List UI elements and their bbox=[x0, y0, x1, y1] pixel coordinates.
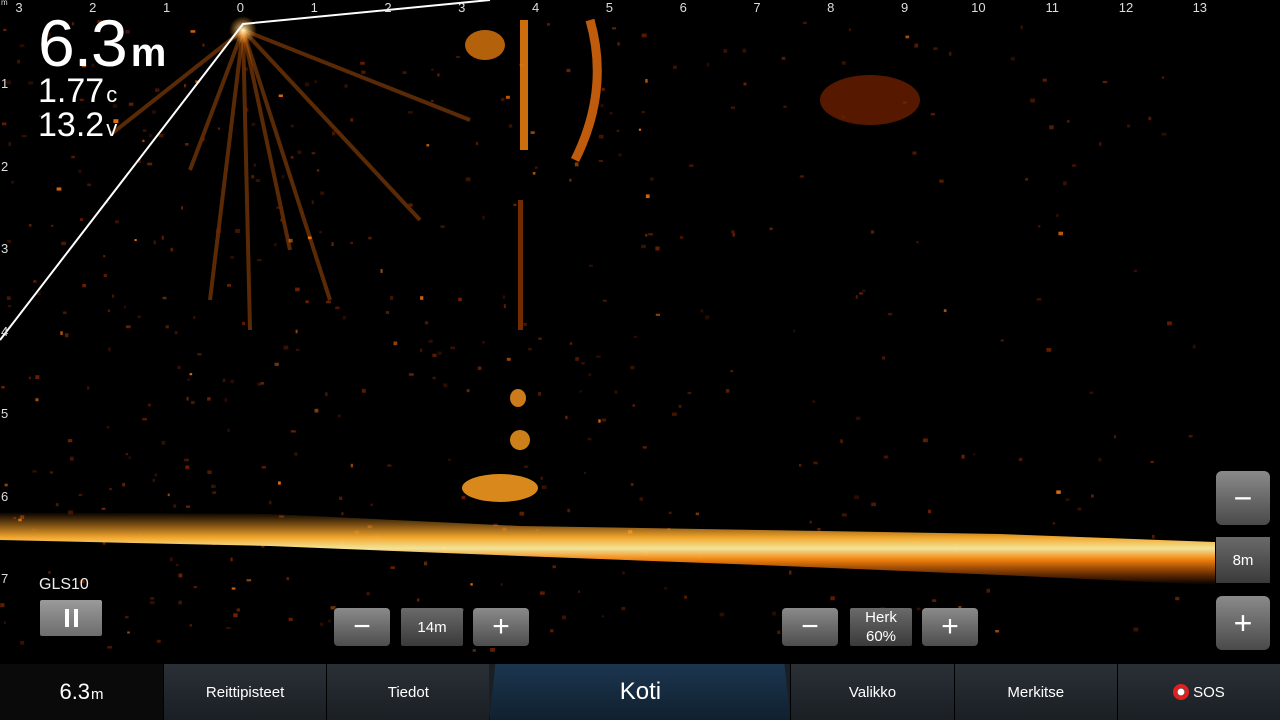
nav-sos-label: SOS bbox=[1193, 683, 1225, 701]
echo-blob bbox=[462, 474, 538, 502]
fish-arc-echo bbox=[570, 18, 602, 163]
y-axis-tick: 6 bbox=[1, 488, 9, 504]
range-value: 14m bbox=[401, 608, 463, 646]
range-increase-button[interactable]: + bbox=[473, 608, 529, 646]
nav-menu-button[interactable]: Valikko bbox=[790, 664, 954, 720]
x-axis-tick: 2 bbox=[384, 0, 392, 15]
nav-menu-label: Valikko bbox=[848, 683, 897, 701]
echo-blob bbox=[465, 30, 505, 60]
echo-blob bbox=[510, 389, 526, 407]
sensor-readout: 6.3 m 1.77c 13.2v bbox=[38, 10, 166, 144]
transducer-label: GLS10 bbox=[39, 576, 89, 593]
nav-waypoints-button[interactable]: Reittipisteet bbox=[163, 664, 327, 720]
depth-unit: m bbox=[130, 31, 167, 75]
x-axis-tick: 3 bbox=[458, 0, 466, 15]
gain-increase-button[interactable]: + bbox=[922, 608, 978, 646]
x-axis-tick: 1 bbox=[310, 0, 318, 15]
y-axis-unit: m bbox=[1, 0, 8, 7]
vertical-echo bbox=[520, 20, 528, 150]
gain-value: 60% bbox=[865, 628, 897, 645]
zoom-in-button[interactable]: + bbox=[1216, 596, 1270, 650]
transducer-glow bbox=[229, 16, 257, 44]
x-axis-tick: 5 bbox=[605, 0, 614, 15]
y-axis-tick: 1 bbox=[1, 76, 9, 91]
y-axis-tick: 2 bbox=[1, 158, 9, 174]
gain-label: Herk bbox=[865, 609, 897, 626]
pause-button[interactable] bbox=[40, 600, 102, 636]
temperature-value: 1.77 bbox=[38, 72, 105, 110]
y-axis-tick: 5 bbox=[1, 406, 9, 421]
range-decrease-button[interactable]: − bbox=[334, 608, 390, 646]
lifebuoy-icon bbox=[1173, 684, 1190, 700]
x-axis-tick: 8 bbox=[827, 0, 835, 15]
zoom-value: 8m bbox=[1216, 537, 1270, 583]
voltage-value: 13.2 bbox=[38, 106, 105, 144]
x-axis-tick: 9 bbox=[900, 0, 909, 15]
gain-display: Herk 60% bbox=[850, 608, 912, 646]
x-axis-tick: 10 bbox=[971, 0, 986, 15]
voltage-unit: v bbox=[106, 116, 118, 141]
bottom-depth-value: 6.3 bbox=[59, 679, 91, 704]
nav-mark-button[interactable]: Merkitse bbox=[953, 664, 1117, 720]
nav-info-button[interactable]: Tiedot bbox=[326, 664, 490, 720]
nav-sos-button[interactable]: SOS bbox=[1116, 664, 1280, 720]
nav-home-label: Koti bbox=[619, 678, 662, 705]
x-axis-tick: 13 bbox=[1192, 0, 1208, 15]
echo-blob bbox=[510, 430, 530, 450]
zoom-out-button[interactable]: − bbox=[1216, 471, 1270, 525]
nav-mark-label: Merkitse bbox=[1007, 683, 1065, 701]
x-axis-tick: 0 bbox=[236, 0, 245, 15]
y-axis-tick: 7 bbox=[1, 571, 9, 586]
x-axis-tick: 11 bbox=[1045, 0, 1059, 15]
x-axis-tick: 6 bbox=[679, 0, 687, 15]
nav-info-label: Tiedot bbox=[387, 683, 429, 701]
bottom-depth-readout: 6.3 m bbox=[0, 664, 163, 720]
y-axis-tick: 4 bbox=[1, 323, 9, 339]
x-axis-tick: 3 bbox=[15, 0, 23, 15]
x-axis-tick: 4 bbox=[531, 0, 540, 15]
nav-home-button[interactable]: Koti bbox=[489, 664, 790, 720]
echo-blob bbox=[820, 75, 920, 125]
temperature-unit: c bbox=[106, 82, 118, 107]
depth-value: 6.3 bbox=[38, 6, 128, 80]
sonar-display[interactable] bbox=[0, 0, 1280, 660]
y-axis-tick: 3 bbox=[1, 241, 9, 256]
gain-decrease-button[interactable]: − bbox=[782, 608, 838, 646]
x-axis-tick: 12 bbox=[1118, 0, 1134, 15]
bottom-nav-bar: 6.3 m Reittipisteet Tiedot Koti Valikko M… bbox=[0, 664, 1280, 720]
pause-icon bbox=[64, 609, 78, 627]
vertical-echo bbox=[518, 200, 523, 330]
x-axis-tick: 7 bbox=[753, 0, 761, 15]
bottom-depth-unit: m bbox=[91, 686, 104, 703]
nav-waypoints-label: Reittipisteet bbox=[205, 683, 285, 701]
